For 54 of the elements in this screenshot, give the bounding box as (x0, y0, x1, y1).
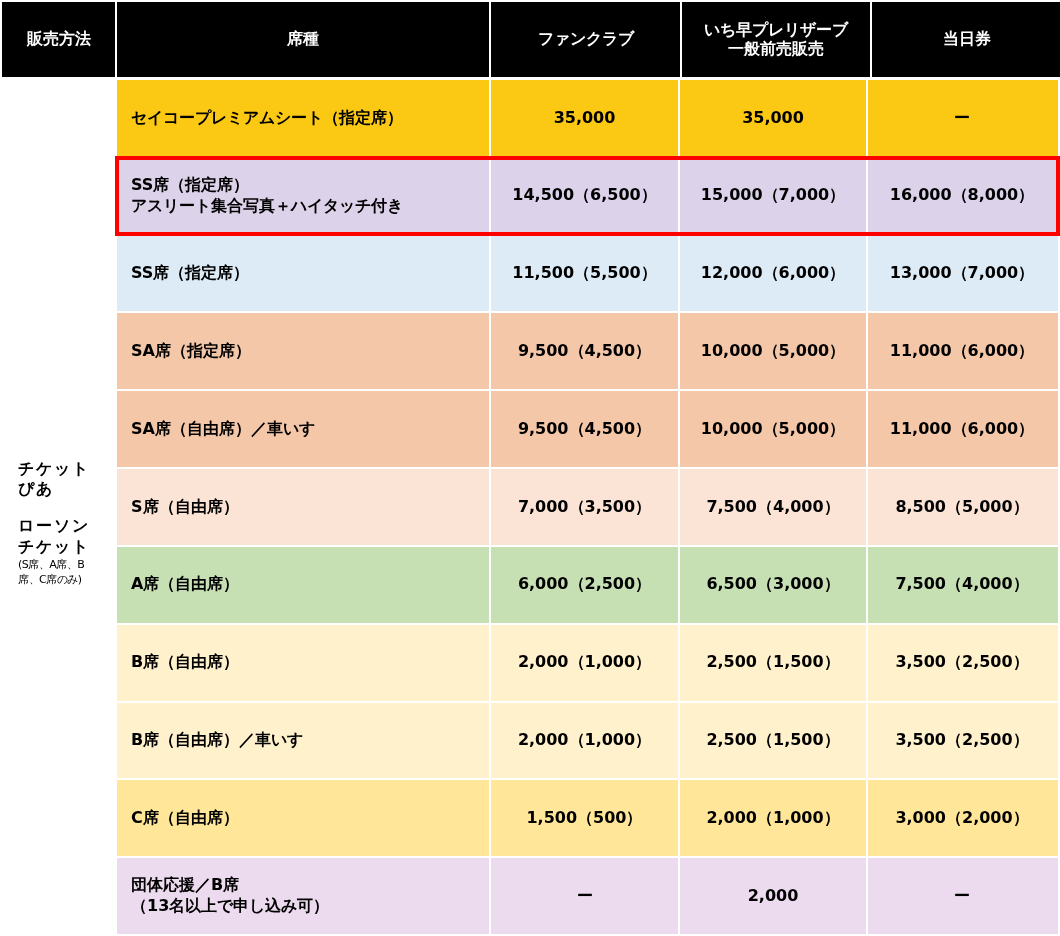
price-text: ー (576, 885, 593, 907)
price-text: 2,000（1,000） (706, 807, 840, 829)
price-text: 35,000 (553, 107, 616, 129)
price-text: 2,000 (747, 885, 799, 907)
price-text: 7,500（4,000） (895, 574, 1029, 596)
price-text: ー (954, 107, 970, 129)
price-text: 1,500（500） (526, 807, 643, 829)
seat-type: SS席（指定席） (131, 174, 250, 196)
seat-type: B席（自由席）／車いす (131, 730, 304, 751)
price-text: 8,500（5,000） (895, 496, 1029, 518)
price-text: 10,000（5,000） (700, 340, 846, 362)
price-text: 15,000（7,000） (700, 185, 846, 207)
price-text: 6,000（2,500） (517, 574, 652, 596)
sales-method: チケットぴあ (18, 458, 91, 501)
price-text: 14,500（6,500） (512, 185, 657, 207)
price-text: 3,500（2,500） (895, 652, 1029, 673)
price-text: 2,000（1,000） (517, 652, 652, 673)
method-note: (S席、A席、B席、C席のみ) (18, 557, 86, 588)
seat-type: セイコープレミアムシート（指定席） (131, 107, 403, 129)
seat-type: SS席（指定席） (131, 263, 250, 284)
price-text: 9,500（4,500） (517, 340, 652, 362)
price-text: 13,000（7,000） (889, 263, 1035, 284)
seat-type: C席（自由席） (131, 807, 239, 829)
price-text: 2,500（1,500） (706, 730, 840, 751)
column-header: 席種 (287, 30, 319, 49)
seat-type: SA席（指定席） (131, 340, 251, 362)
column-header: いち早プレリザーブ一般前売販売 (703, 21, 850, 58)
seat-type: 団体応援／B席 (131, 875, 240, 897)
column-header: 当日券 (943, 30, 991, 49)
price-text: 12,000（6,000） (700, 263, 846, 284)
price-text: 3,500（2,500） (895, 730, 1029, 751)
price-text: 2,000（1,000） (517, 730, 652, 751)
price-text: 11,500（5,500） (512, 263, 657, 284)
seat-type: （13名以上で申し込み可） (131, 896, 330, 917)
price-text: 11,000（6,000） (889, 340, 1035, 362)
seat-type: アスリート集合写真＋ハイタッチ付き (131, 195, 403, 217)
seat-type: SA席（自由席）／車いす (131, 418, 315, 440)
seat-type: S席（自由席） (131, 496, 239, 518)
seat-type: B席（自由席） (131, 652, 240, 673)
price-text: ー (954, 885, 970, 907)
price-text: 16,000（8,000） (889, 185, 1035, 207)
price-text: 35,000 (742, 107, 804, 129)
column-header: 販売方法 (26, 30, 91, 49)
price-text: 9,500（4,500） (517, 418, 652, 440)
seat-type: A席（自由席） (131, 574, 240, 596)
price-text: 10,000（5,000） (700, 418, 846, 440)
price-text: 7,000（3,500） (517, 496, 652, 518)
price-text: 3,000（2,000） (895, 807, 1029, 829)
price-text: 2,500（1,500） (706, 652, 840, 673)
price-text: 6,500（3,000） (706, 574, 840, 596)
price-text: 11,000（6,000） (889, 418, 1035, 440)
price-text: 7,500（4,000） (706, 496, 840, 518)
sales-method: ローソンチケット (18, 516, 91, 558)
column-header: ファンクラブ (537, 30, 634, 49)
